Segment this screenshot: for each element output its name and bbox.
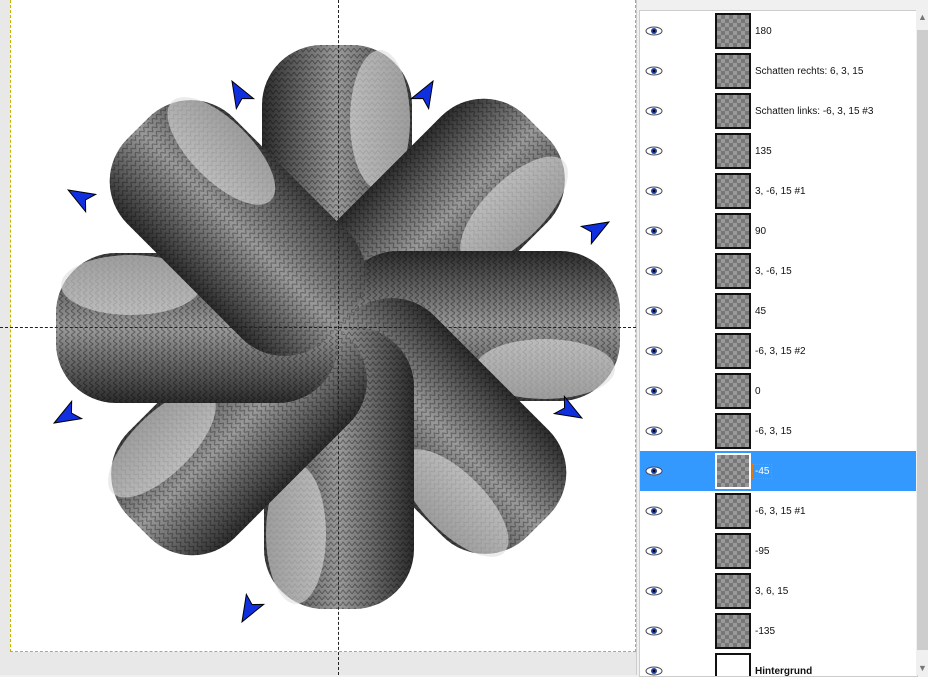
layer-row[interactable]: -6, 3, 15 #2 <box>640 331 917 371</box>
layer-thumbnail[interactable] <box>715 653 751 676</box>
layer-name[interactable]: -6, 3, 15 #2 <box>755 346 806 357</box>
transform-handle-arrow-icon[interactable] <box>49 399 84 431</box>
eye-visibility-icon[interactable] <box>645 26 663 36</box>
transform-handle-arrow-icon[interactable] <box>579 213 614 246</box>
layer-thumbnail[interactable] <box>715 533 751 569</box>
layer-thumbnail[interactable] <box>715 133 751 169</box>
eye-visibility-icon[interactable] <box>645 426 663 436</box>
layer-row[interactable]: 3, 6, 15 <box>640 571 917 611</box>
layer-thumbnail[interactable] <box>715 373 751 409</box>
layer-thumbnail[interactable] <box>715 53 751 89</box>
layer-thumbnail[interactable] <box>715 413 751 449</box>
eye-visibility-icon[interactable] <box>645 66 663 76</box>
layer-thumbnail[interactable] <box>715 93 751 129</box>
layer-name[interactable]: 45 <box>755 306 766 317</box>
layer-name[interactable]: 90 <box>755 226 766 237</box>
eye-visibility-icon[interactable] <box>645 546 663 556</box>
eye-visibility-icon[interactable] <box>645 186 663 196</box>
eye-visibility-icon[interactable] <box>645 226 663 236</box>
transform-handle-arrow-icon[interactable] <box>63 181 98 214</box>
layer-thumbnail[interactable] <box>715 453 751 489</box>
scroll-down-icon[interactable]: ▼ <box>918 663 927 673</box>
layer-row[interactable]: Schatten links: -6, 3, 15 #3 <box>640 91 917 131</box>
eye-visibility-icon[interactable] <box>645 506 663 516</box>
layer-thumbnail[interactable] <box>715 13 751 49</box>
layer-thumbnail[interactable] <box>715 173 751 209</box>
transform-handle-arrow-icon[interactable] <box>409 76 441 111</box>
layer-name[interactable]: -6, 3, 15 #1 <box>755 506 806 517</box>
layer-row[interactable]: 90 <box>640 211 917 251</box>
layer-row[interactable]: 0 <box>640 371 917 411</box>
eye-visibility-icon[interactable] <box>645 146 663 156</box>
transform-handle-arrow-icon[interactable] <box>223 76 256 111</box>
vertical-guide <box>338 0 339 675</box>
panel-toolbar <box>637 0 928 8</box>
scrollbar-thumb[interactable] <box>917 30 928 650</box>
layer-name[interactable]: -6, 3, 15 <box>755 426 792 437</box>
layer-row[interactable]: 45 <box>640 291 917 331</box>
layer-name[interactable]: -135 <box>755 626 775 637</box>
layer-thumbnail[interactable] <box>715 333 751 369</box>
layer-row[interactable]: -6, 3, 15 #1 <box>640 491 917 531</box>
layer-row[interactable]: -95 <box>640 531 917 571</box>
layer-row[interactable]: 135 <box>640 131 917 171</box>
eye-visibility-icon[interactable] <box>645 466 663 476</box>
layer-name[interactable]: 3, -6, 15 <box>755 266 792 277</box>
layer-thumbnail[interactable] <box>715 253 751 289</box>
eye-visibility-icon[interactable] <box>645 306 663 316</box>
eye-visibility-icon[interactable] <box>645 346 663 356</box>
layer-row[interactable]: 3, -6, 15 #1 <box>640 171 917 211</box>
eye-visibility-icon[interactable] <box>645 106 663 116</box>
image-canvas-area[interactable] <box>0 0 636 675</box>
layer-row[interactable]: 180 <box>640 11 917 51</box>
layer-thumbnail[interactable] <box>715 613 751 649</box>
scroll-up-icon[interactable]: ▲ <box>918 12 927 22</box>
layers-scrollbar[interactable]: ▲ ▼ <box>916 10 928 675</box>
layer-row[interactable]: Schatten rechts: 6, 3, 15 <box>640 51 917 91</box>
transform-handle-arrow-icon[interactable] <box>233 592 266 627</box>
layer-name[interactable]: 135 <box>755 146 772 157</box>
layer-thumbnail[interactable] <box>715 213 751 249</box>
flower-artwork <box>49 45 620 627</box>
layer-name[interactable]: Schatten links: -6, 3, 15 #3 <box>755 106 873 117</box>
layer-row[interactable]: -135 <box>640 611 917 651</box>
layer-name[interactable]: Schatten rechts: 6, 3, 15 <box>755 66 863 77</box>
layers-list[interactable]: 180 Schatten rechts: 6, 3, 15 Schatten l… <box>639 10 918 677</box>
layer-name[interactable]: -95 <box>755 546 769 557</box>
layer-row[interactable]: Hintergrund <box>640 651 917 676</box>
horizontal-guide <box>0 327 636 328</box>
eye-visibility-icon[interactable] <box>645 586 663 596</box>
layers-panel: 180 Schatten rechts: 6, 3, 15 Schatten l… <box>636 0 928 677</box>
layer-row[interactable]: -6, 3, 15 <box>640 411 917 451</box>
eye-visibility-icon[interactable] <box>645 626 663 636</box>
layer-thumbnail[interactable] <box>715 573 751 609</box>
layer-name[interactable]: 0 <box>755 386 761 397</box>
eye-visibility-icon[interactable] <box>645 386 663 396</box>
layer-row[interactable]: -45 <box>640 451 917 491</box>
eye-visibility-icon[interactable] <box>645 266 663 276</box>
layer-row[interactable]: 3, -6, 15 <box>640 251 917 291</box>
layer-thumbnail[interactable] <box>715 493 751 529</box>
layer-name[interactable]: 180 <box>755 26 772 37</box>
layer-name[interactable]: 3, 6, 15 <box>755 586 788 597</box>
layer-name[interactable]: 3, -6, 15 #1 <box>755 186 806 197</box>
layer-name[interactable]: -45 <box>751 463 773 479</box>
layer-thumbnail[interactable] <box>715 293 751 329</box>
